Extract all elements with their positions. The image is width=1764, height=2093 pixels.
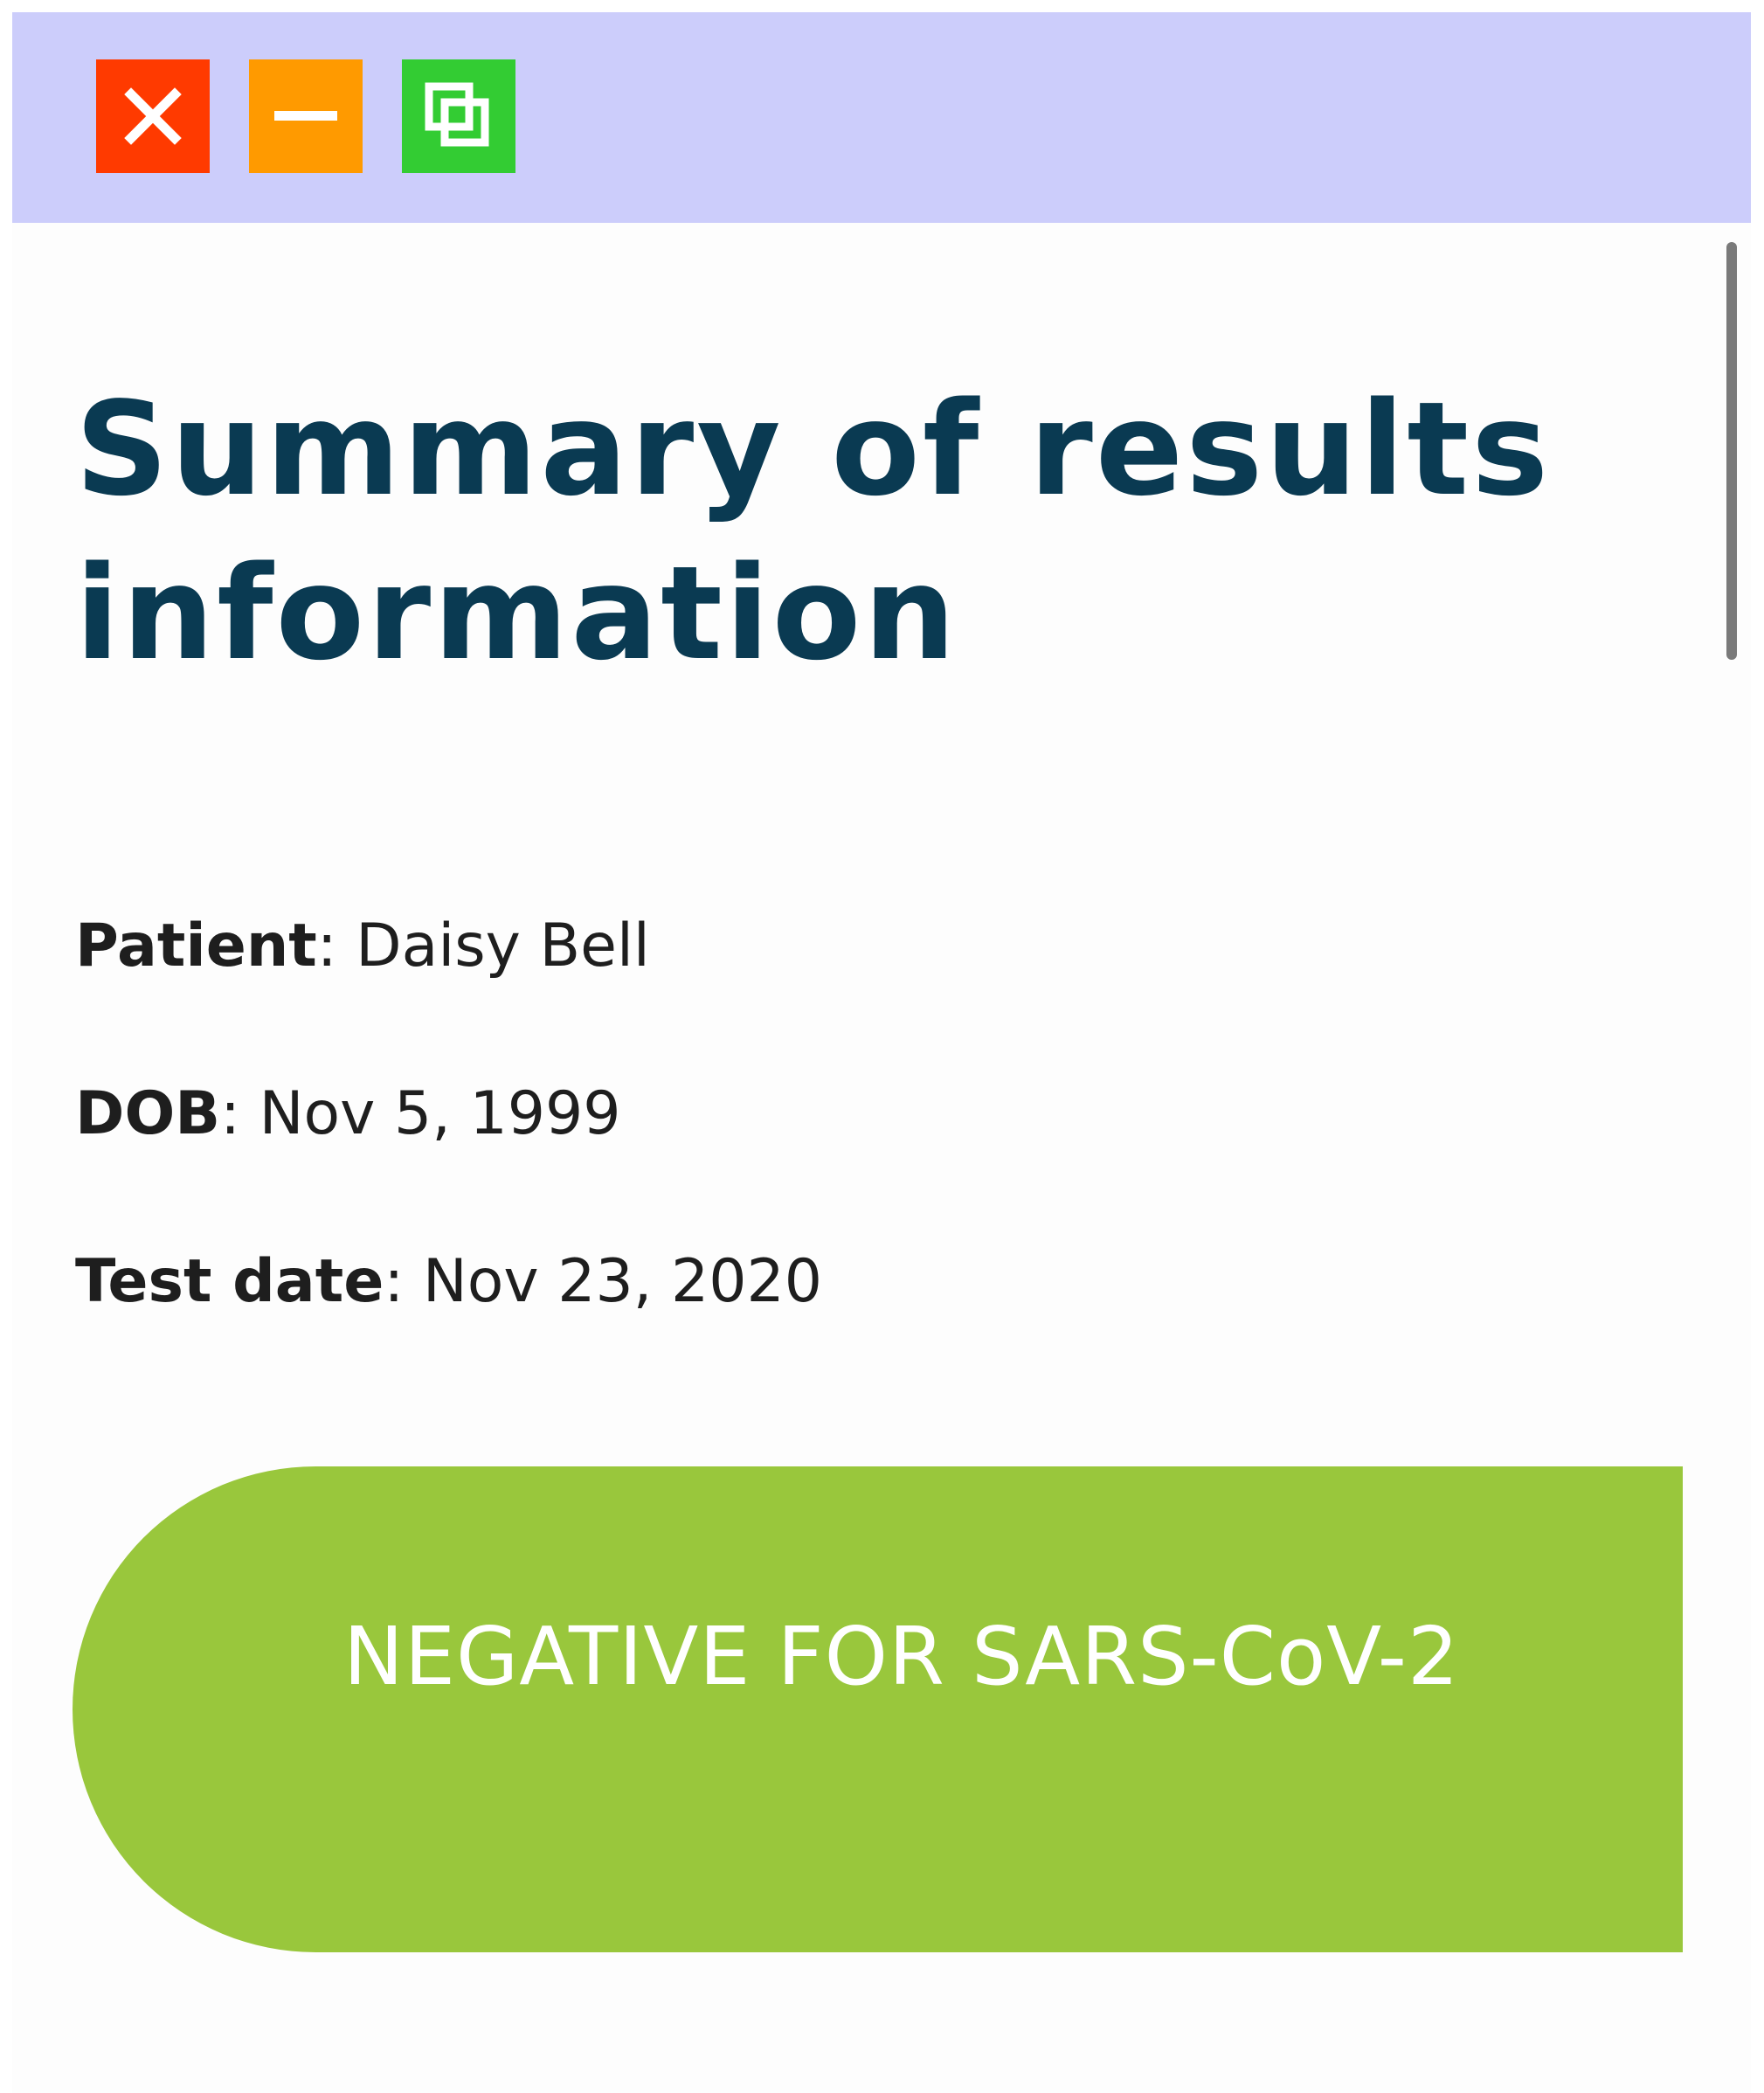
scrollbar[interactable]	[1726, 242, 1737, 660]
patient-name-row: Patient: Daisy Bell	[75, 911, 650, 981]
minimize-button[interactable]	[249, 59, 363, 173]
minimize-icon	[274, 111, 337, 121]
result-text: NEGATIVE FOR SARS-CoV-2	[343, 1610, 1460, 1703]
dob-label: DOB	[75, 1079, 221, 1148]
close-button[interactable]	[96, 59, 210, 173]
patient-name-label: Patient	[75, 911, 317, 981]
title-bar[interactable]	[12, 12, 1751, 223]
test-date-value: Nov 23, 2020	[422, 1247, 822, 1316]
close-icon	[124, 87, 182, 145]
test-date-row: Test date: Nov 23, 2020	[75, 1247, 822, 1316]
page-title: Summary of results information	[75, 374, 1552, 689]
page-content: Summary of results information Patient: …	[12, 223, 1751, 2093]
maximize-icon	[425, 82, 489, 147]
result-banner: NEGATIVE FOR SARS-CoV-2	[73, 1466, 1683, 1952]
dob-value: Nov 5, 1999	[259, 1079, 621, 1148]
test-date-label: Test date	[75, 1247, 384, 1316]
dob-row: DOB: Nov 5, 1999	[75, 1079, 621, 1148]
maximize-button[interactable]	[402, 59, 515, 173]
patient-name-value: Daisy Bell	[356, 911, 650, 981]
app-window: Summary of results information Patient: …	[12, 12, 1751, 2093]
